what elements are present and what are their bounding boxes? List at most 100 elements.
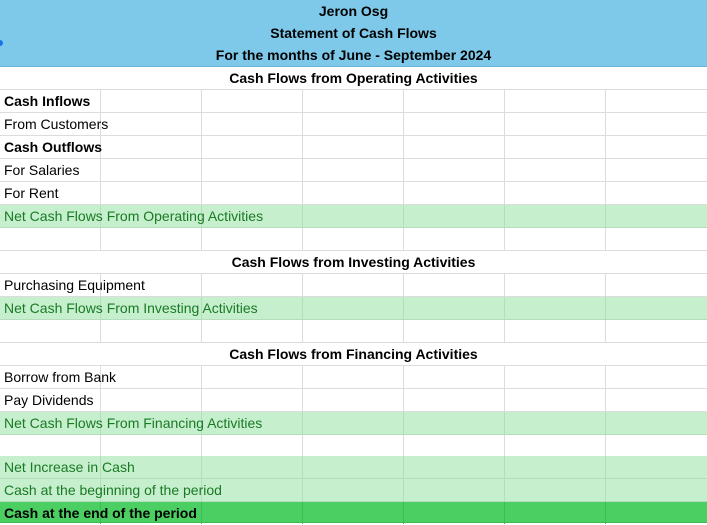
grid-cell[interactable] — [303, 389, 404, 411]
grid-cell[interactable] — [0, 228, 101, 250]
grid-cell[interactable] — [101, 90, 202, 112]
grid-cell[interactable] — [505, 113, 606, 135]
grid-cell[interactable] — [101, 435, 202, 457]
row-cash-end[interactable]: Cash at the end of the period — [0, 502, 707, 524]
grid-cell[interactable] — [101, 228, 202, 250]
grid-cell[interactable] — [505, 136, 606, 158]
grid-cell[interactable] — [303, 297, 404, 319]
grid-cell[interactable] — [303, 366, 404, 388]
row-operating-title[interactable]: Cash Flows from Operating Activities — [0, 67, 707, 90]
row-company[interactable]: Jeron Osg — [0, 0, 707, 23]
row-purchasing-equipment[interactable]: Purchasing Equipment — [0, 274, 707, 297]
grid-cell[interactable] — [505, 502, 606, 524]
grid-cell[interactable] — [202, 366, 303, 388]
grid-cell[interactable] — [202, 435, 303, 457]
grid-cell[interactable] — [404, 320, 505, 342]
grid-cell[interactable] — [505, 320, 606, 342]
grid-cell[interactable] — [404, 90, 505, 112]
grid-cell[interactable] — [202, 502, 303, 524]
grid-cell[interactable] — [505, 228, 606, 250]
grid-cell[interactable] — [404, 136, 505, 158]
row-from-customers[interactable]: From Customers — [0, 113, 707, 136]
grid-cell[interactable] — [303, 456, 404, 478]
row-net-increase[interactable]: Net Increase in Cash — [0, 456, 707, 479]
grid-cell[interactable] — [303, 182, 404, 204]
grid-cell[interactable] — [202, 456, 303, 478]
grid-cell[interactable] — [202, 320, 303, 342]
grid-cell[interactable] — [505, 479, 606, 501]
row-period[interactable]: For the months of June - September 2024 — [0, 44, 707, 67]
grid-cell[interactable] — [303, 320, 404, 342]
row-cash-inflows[interactable]: Cash Inflows — [0, 90, 707, 113]
row-cash-beginning[interactable]: Cash at the beginning of the period — [0, 479, 707, 502]
grid-cell[interactable] — [404, 502, 505, 524]
grid-cell[interactable] — [303, 159, 404, 181]
grid-cell[interactable] — [505, 159, 606, 181]
grid-cell[interactable] — [404, 182, 505, 204]
grid-cell[interactable] — [404, 389, 505, 411]
grid-cell[interactable] — [505, 389, 606, 411]
grid-cell[interactable] — [303, 113, 404, 135]
grid-cell[interactable] — [404, 274, 505, 296]
grid-cell[interactable] — [202, 90, 303, 112]
grid-cell[interactable] — [101, 159, 202, 181]
grid-cell[interactable] — [505, 297, 606, 319]
grid-cell[interactable] — [505, 205, 606, 227]
row-pay-dividends[interactable]: Pay Dividends — [0, 389, 707, 412]
grid-cell[interactable] — [505, 366, 606, 388]
row-net-investing[interactable]: Net Cash Flows From Investing Activities — [0, 297, 707, 320]
grid-cell[interactable] — [202, 182, 303, 204]
grid-cell[interactable] — [202, 159, 303, 181]
grid-cell[interactable] — [303, 90, 404, 112]
grid-cell[interactable] — [404, 297, 505, 319]
grid-cell[interactable] — [303, 479, 404, 501]
grid-cell[interactable] — [303, 502, 404, 524]
row-cash-outflows[interactable]: Cash Outflows — [0, 136, 707, 159]
grid-cell[interactable] — [505, 274, 606, 296]
grid-cell[interactable] — [101, 366, 202, 388]
row-investing-title[interactable]: Cash Flows from Investing Activities — [0, 251, 707, 274]
row-net-financing[interactable]: Net Cash Flows From Financing Activities — [0, 412, 707, 435]
grid-cell[interactable] — [505, 435, 606, 457]
grid-cell[interactable] — [404, 412, 505, 434]
grid-cell[interactable] — [101, 182, 202, 204]
row-borrow-from-bank[interactable]: Borrow from Bank — [0, 366, 707, 389]
grid-cell[interactable] — [101, 113, 202, 135]
grid-cell[interactable] — [202, 389, 303, 411]
row-statement-title[interactable]: Statement of Cash Flows — [0, 22, 707, 45]
grid-cell[interactable] — [303, 205, 404, 227]
grid-cell[interactable] — [404, 205, 505, 227]
grid-cell[interactable] — [505, 182, 606, 204]
grid-cell[interactable] — [505, 456, 606, 478]
grid-cell[interactable] — [404, 479, 505, 501]
grid-cell[interactable] — [505, 412, 606, 434]
grid-cell[interactable] — [202, 228, 303, 250]
grid-cell[interactable] — [404, 456, 505, 478]
grid-cell[interactable] — [505, 90, 606, 112]
grid-cell[interactable] — [404, 113, 505, 135]
grid-cell[interactable] — [303, 412, 404, 434]
grid-cell[interactable] — [404, 366, 505, 388]
row-blank-3[interactable] — [0, 435, 707, 458]
grid-cell[interactable] — [101, 136, 202, 158]
grid-cell[interactable] — [303, 435, 404, 457]
row-financing-title[interactable]: Cash Flows from Financing Activities — [0, 343, 707, 366]
grid-cell[interactable] — [303, 228, 404, 250]
grid-cell[interactable] — [101, 320, 202, 342]
grid-cell[interactable] — [101, 389, 202, 411]
grid-cell[interactable] — [0, 320, 101, 342]
grid-cell[interactable] — [303, 274, 404, 296]
grid-cell[interactable] — [202, 136, 303, 158]
grid-cell[interactable] — [404, 228, 505, 250]
grid-cell[interactable] — [202, 274, 303, 296]
row-net-operating[interactable]: Net Cash Flows From Operating Activities — [0, 205, 707, 228]
grid-cell[interactable] — [404, 159, 505, 181]
row-for-salaries[interactable]: For Salaries — [0, 159, 707, 182]
row-blank-1[interactable] — [0, 228, 707, 251]
grid-cell[interactable] — [202, 113, 303, 135]
grid-cell[interactable] — [303, 136, 404, 158]
spreadsheet-grid[interactable]: Jeron Osg Statement of Cash Flows For th… — [0, 0, 707, 524]
grid-cell[interactable] — [404, 435, 505, 457]
row-blank-2[interactable] — [0, 320, 707, 343]
row-for-rent[interactable]: For Rent — [0, 182, 707, 205]
